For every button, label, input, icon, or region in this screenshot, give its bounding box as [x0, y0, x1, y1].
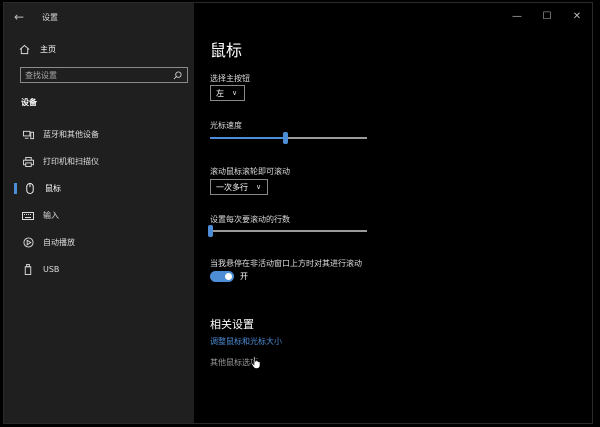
inactive-scroll-toggle[interactable]: [210, 271, 234, 282]
sidebar-item-label: 自动播放: [43, 238, 75, 247]
toggle-knob: [225, 273, 232, 280]
sidebar-item-printers[interactable]: 打印机和扫描仪: [4, 148, 194, 175]
sidebar-item-label: 输入: [43, 211, 59, 220]
home-icon: [18, 43, 30, 55]
section-label: 设备: [21, 98, 37, 107]
back-button[interactable]: ←: [4, 3, 34, 31]
minimize-button[interactable]: —: [502, 3, 532, 29]
toggle-state-label: 开: [240, 272, 248, 281]
hand-cursor-icon: [251, 354, 261, 373]
primary-button-value: 左: [216, 88, 224, 98]
inactive-scroll-toggle-row: 开: [210, 271, 248, 282]
back-arrow-icon: ←: [13, 10, 25, 24]
slider-fill: [210, 137, 286, 139]
close-button[interactable]: ✕: [562, 3, 592, 29]
scroll-mode-value: 一次多行: [216, 182, 248, 192]
home-label: 主页: [40, 44, 56, 54]
sidebar-item-label: USB: [43, 265, 60, 274]
search-input[interactable]: [25, 70, 171, 80]
sidebar-item-autoplay[interactable]: 自动播放: [4, 229, 194, 256]
titlebar: ← 设置: [4, 3, 194, 31]
maximize-button[interactable]: ☐: [532, 3, 562, 29]
sidebar-item-label: 鼠标: [45, 184, 61, 193]
sidebar-item-usb[interactable]: USB: [4, 256, 194, 283]
chevron-down-icon: ∨: [256, 183, 262, 191]
sidebar: ← 设置 主页 设备 蓝牙和其他设备: [4, 3, 194, 423]
maximize-icon: ☐: [542, 10, 552, 22]
search-box[interactable]: [20, 67, 188, 83]
mouse-icon: [24, 183, 36, 195]
scroll-mode-label: 滚动鼠标滚轮即可滚动: [210, 167, 290, 176]
usb-icon: [22, 264, 34, 276]
page-title: 鼠标: [210, 41, 243, 60]
cursor-speed-slider[interactable]: [210, 132, 367, 144]
settings-window: ← 设置 主页 设备 蓝牙和其他设备: [3, 2, 593, 424]
related-settings-title: 相关设置: [210, 318, 254, 331]
cursor-speed-label: 光标速度: [210, 121, 242, 130]
search-icon[interactable]: [171, 69, 183, 81]
primary-button-dropdown[interactable]: 左 ∨: [210, 85, 245, 101]
sidebar-item-label: 打印机和扫描仪: [43, 157, 99, 166]
bluetooth-devices-icon: [22, 129, 34, 141]
slider-thumb[interactable]: [208, 225, 213, 237]
sidebar-nav: 蓝牙和其他设备 打印机和扫描仪 鼠标 输入 自动播放 USB: [4, 121, 194, 283]
inactive-scroll-label: 当我悬停在非活动窗口上方时对其进行滚动: [210, 259, 362, 268]
adjust-mouse-size-link[interactable]: 调整鼠标和光标大小: [210, 336, 282, 347]
window-title: 设置: [42, 12, 58, 22]
printer-icon: [22, 156, 34, 168]
keyboard-icon: [22, 210, 34, 222]
minimize-icon: —: [512, 10, 522, 22]
chevron-down-icon: ∨: [232, 89, 238, 97]
slider-thumb[interactable]: [283, 132, 289, 144]
sidebar-item-typing[interactable]: 输入: [4, 202, 194, 229]
window-controls: — ☐ ✕: [502, 3, 592, 29]
scroll-lines-slider[interactable]: [208, 225, 367, 237]
sidebar-item-label: 蓝牙和其他设备: [43, 130, 99, 139]
sidebar-item-mouse[interactable]: 鼠标: [4, 175, 194, 202]
home-link[interactable]: 主页: [18, 43, 56, 55]
close-icon: ✕: [572, 10, 582, 22]
scroll-lines-label: 设置每次要滚动的行数: [210, 215, 290, 224]
autoplay-icon: [22, 237, 34, 249]
main-content: — ☐ ✕ 鼠标 选择主按钮 左 ∨ 光标速度 滚动鼠标滚轮即可滚动 一次多行 …: [194, 3, 592, 423]
primary-button-label: 选择主按钮: [210, 74, 250, 83]
sidebar-item-bluetooth[interactable]: 蓝牙和其他设备: [4, 121, 194, 148]
scroll-mode-dropdown[interactable]: 一次多行 ∨: [210, 179, 268, 195]
slider-track: [210, 230, 367, 232]
